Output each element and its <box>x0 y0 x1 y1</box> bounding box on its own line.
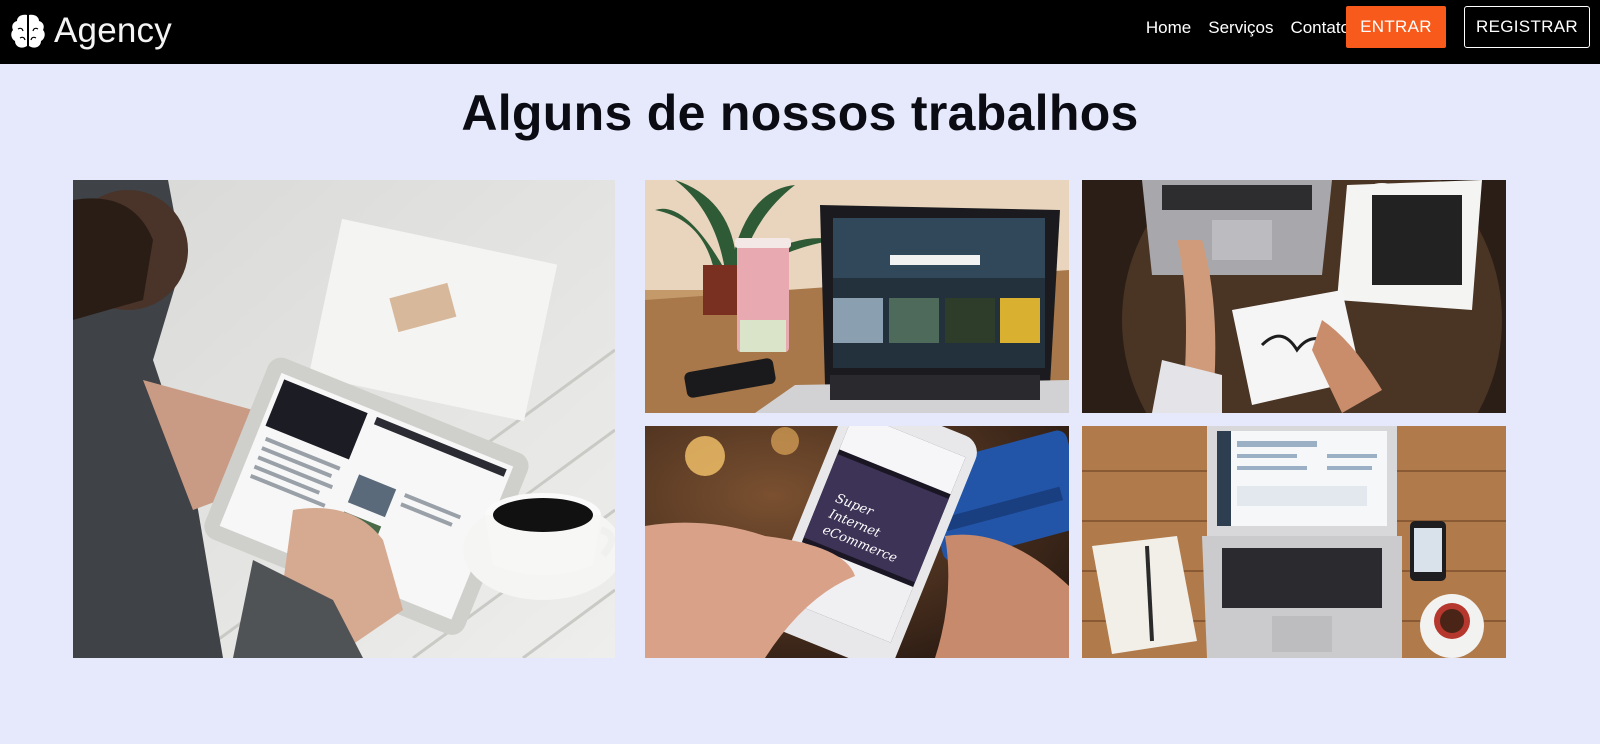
nav-links: Home Serviços Contato <box>1146 0 1350 56</box>
brand-logo-link[interactable]: Agency <box>8 6 172 56</box>
tablet-coffee-photo <box>73 180 615 658</box>
portfolio-image-laptop-plant[interactable] <box>645 180 1069 413</box>
brand-name: Agency <box>54 11 172 50</box>
smartphone-ecommerce-photo: Super Internet eCommerce <box>645 426 1069 658</box>
laptop-notebook-photo <box>1082 426 1506 658</box>
brain-icon <box>11 14 45 48</box>
register-button[interactable]: REGISTRAR <box>1464 6 1590 48</box>
portfolio-image-tablet[interactable] <box>73 180 615 658</box>
login-button[interactable]: ENTRAR <box>1346 6 1446 48</box>
portfolio-image-smartphone[interactable]: Super Internet eCommerce <box>645 426 1069 658</box>
laptop-drawing-photo <box>1082 180 1506 413</box>
navbar: Agency Home Serviços Contato ENTRAR REGI… <box>0 0 1600 64</box>
portfolio-image-laptop-wood[interactable] <box>1082 426 1506 658</box>
nav-link-home[interactable]: Home <box>1146 18 1191 38</box>
nav-link-servicos[interactable]: Serviços <box>1208 18 1273 38</box>
section-title: Alguns de nossos trabalhos <box>461 85 1139 141</box>
portfolio-image-laptop-sketch[interactable] <box>1082 180 1506 413</box>
nav-link-contato[interactable]: Contato <box>1290 18 1350 38</box>
laptop-plant-photo <box>645 180 1069 413</box>
